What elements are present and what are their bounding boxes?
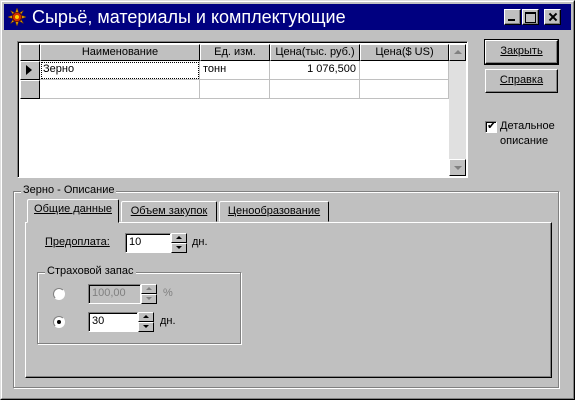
arrow-up-icon [454,50,462,54]
spin-up-button[interactable] [138,312,154,322]
days-spinner[interactable] [138,312,154,332]
scroll-down-button[interactable] [449,159,466,176]
materials-grid[interactable]: Наименование Ед. изм. Цена(тыс. руб.) Це… [17,41,468,178]
cell-empty[interactable] [200,80,270,99]
cell-empty[interactable] [40,80,200,99]
maximize-button[interactable] [522,9,539,25]
percent-unit: % [163,287,173,299]
days-input[interactable]: 30 [88,312,138,332]
spin-down-button[interactable] [141,294,157,304]
percent-input[interactable]: 100,00 [88,284,141,304]
percent-spinner[interactable] [141,284,157,304]
spin-up-button[interactable] [141,284,157,294]
close-window-button[interactable] [544,9,561,25]
cell-price-rub[interactable]: 1 076,500 [270,61,360,80]
prepayment-input[interactable]: 10 [125,233,171,253]
cell-price-usd[interactable] [360,61,449,80]
percent-radio[interactable] [53,288,65,300]
detailed-description-checkbox[interactable] [485,119,497,133]
cell-empty[interactable] [360,80,449,99]
safety-stock-title: Страховой запас [45,265,136,277]
minimize-button[interactable] [504,9,521,25]
title-bar[interactable]: Сырьё, материалы и комплектующие [4,4,571,30]
safety-stock-groupbox [37,272,241,344]
sun-icon [8,8,26,26]
column-header-name[interactable]: Наименование [40,44,200,61]
window-title: Сырьё, материалы и комплектующие [32,7,346,27]
description-group-title: Зерно - Описание [21,184,117,196]
tab-purchase-volume-label: Объем закупок [130,205,208,217]
row-indicator [20,80,40,99]
column-header-price-rub[interactable]: Цена(тыс. руб.) [270,44,360,61]
help-button[interactable]: Справка [485,69,558,93]
close-button[interactable]: Закрыть [484,39,559,65]
row-pointer-icon [26,65,32,75]
cell-empty[interactable] [270,80,360,99]
main-window: Сырьё, материалы и комплектующие Наимено… [0,0,575,400]
tab-pricing[interactable]: Ценообразование [219,201,329,222]
detailed-description-label[interactable]: Детальное описание [500,119,555,149]
prepayment-label-text: Предоплата: [45,236,110,248]
prepayment-unit: дн. [192,236,208,248]
column-header-unit[interactable]: Ед. изм. [200,44,270,61]
help-button-label: Справка [499,74,544,86]
close-button-label: Закрыть [500,45,543,57]
prepayment-label: Предоплата: [45,236,110,248]
days-unit: дн. [160,315,176,327]
scroll-up-button[interactable] [449,44,466,61]
prepayment-spinner[interactable] [171,233,187,253]
column-header-price-usd[interactable]: Цена($ US) [360,44,449,61]
spin-down-button[interactable] [171,243,187,253]
cell-unit[interactable]: тонн [200,61,270,80]
current-row-indicator [20,61,40,80]
grid-corner-header [20,44,40,61]
days-radio[interactable] [53,316,65,328]
arrow-down-icon [454,166,462,170]
detailed-description-label-line2: описание [500,135,549,147]
tab-pricing-label: Ценообразование [227,205,321,217]
tab-purchase-volume[interactable]: Объем закупок [121,201,217,222]
spin-down-button[interactable] [138,322,154,332]
detailed-description-label-line1: Детальное [500,120,555,132]
grid-vertical-scrollbar[interactable] [449,44,466,176]
tab-general-label: Общие данные [34,203,112,215]
tab-general[interactable]: Общие данные [27,199,119,223]
spin-up-button[interactable] [171,233,187,243]
cell-name[interactable]: Зерно [40,61,200,80]
